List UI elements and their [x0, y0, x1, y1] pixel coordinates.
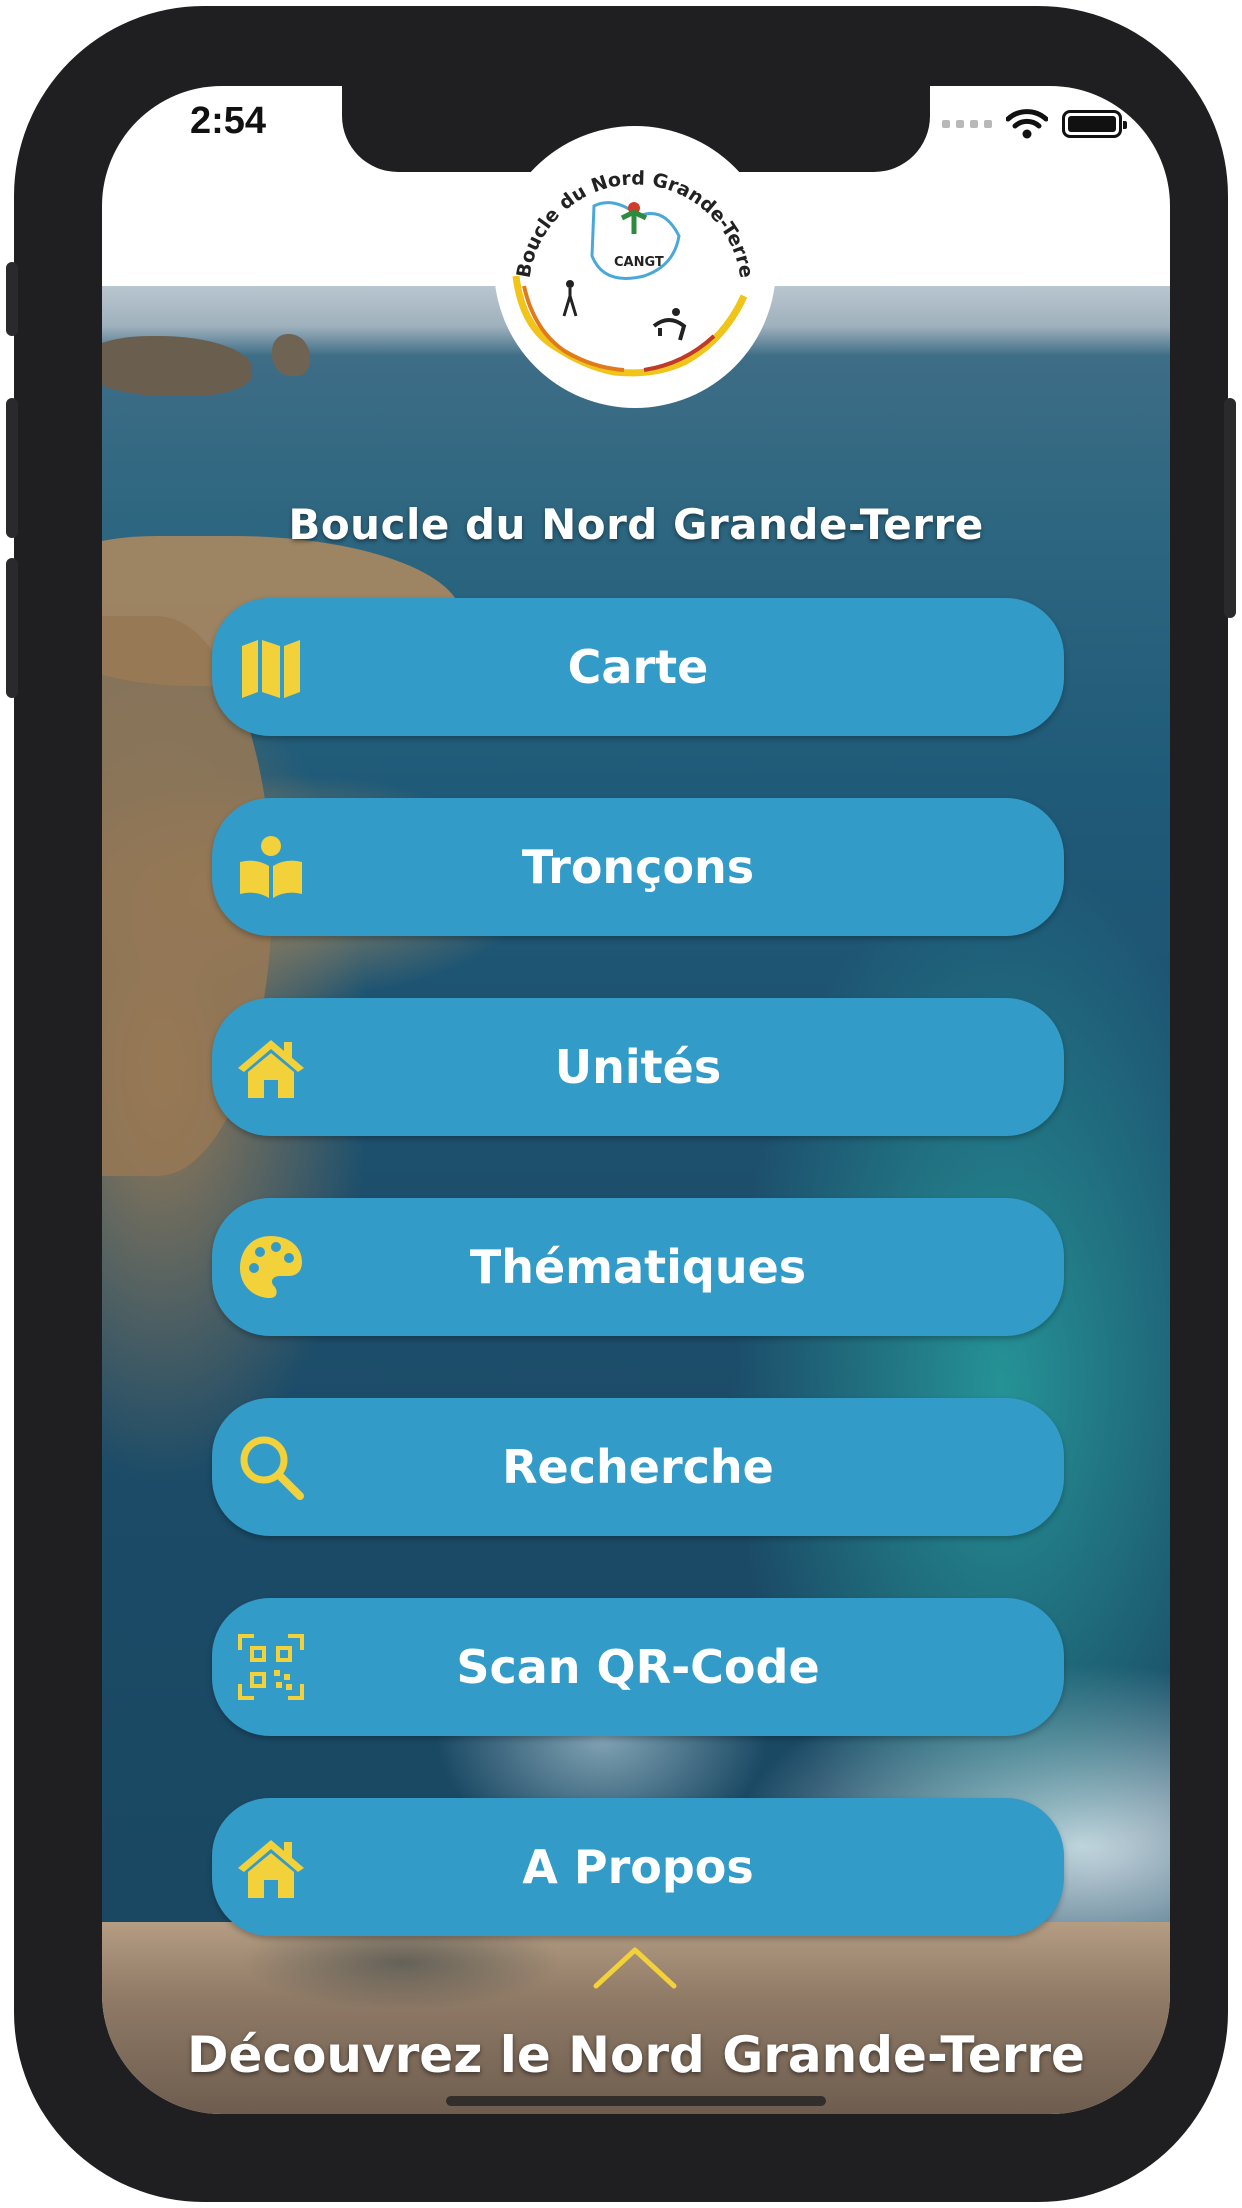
app-screen: 2:54 - Boucle du Nord Grande-Terre -: [102, 86, 1170, 2114]
menu-button-label: Carte: [567, 640, 709, 694]
menu-button-label: A Propos: [522, 1840, 754, 1894]
status-icons: [942, 108, 1127, 140]
status-time: 2:54: [190, 100, 267, 142]
menu-button-recherche[interactable]: Recherche: [212, 1398, 1064, 1536]
menu-button-a-propos[interactable]: A Propos: [212, 1798, 1064, 1936]
chevron-up-icon[interactable]: [592, 1942, 678, 1992]
wifi-icon: [1006, 109, 1048, 139]
power-button: [1224, 398, 1236, 618]
mute-switch: [6, 262, 18, 336]
volume-down-button: [6, 558, 18, 698]
signal-icon: [942, 120, 992, 128]
footer-text: Découvrez le Nord Grande-Terre: [187, 2026, 1085, 2084]
menu-button-label: Scan QR-Code: [456, 1640, 820, 1694]
app-title: Boucle du Nord Grande-Terre: [288, 500, 984, 549]
phone-frame: 2:54 - Boucle du Nord Grande-Terre -: [6, 6, 1236, 2202]
battery-icon: [1062, 110, 1127, 138]
menu-button-unites[interactable]: Unités: [212, 998, 1064, 1136]
menu-button-label: Unités: [554, 1040, 722, 1094]
menu-button-troncons[interactable]: Tronçons: [212, 798, 1064, 936]
menu-button-label: Recherche: [502, 1440, 774, 1494]
menu-button-carte[interactable]: Carte: [212, 598, 1064, 736]
logo-badge: CANGT: [614, 255, 664, 270]
app-logo: - Boucle du Nord Grande-Terre - CANGT: [494, 126, 776, 408]
menu-button-label: Thématiques: [469, 1240, 807, 1294]
home-indicator: [446, 2096, 826, 2106]
volume-up-button: [6, 398, 18, 538]
menu-button-label: Tronçons: [521, 840, 755, 894]
menu-button-thematiques[interactable]: Thématiques: [212, 1198, 1064, 1336]
menu-button-scan-qr[interactable]: Scan QR-Code: [212, 1598, 1064, 1736]
